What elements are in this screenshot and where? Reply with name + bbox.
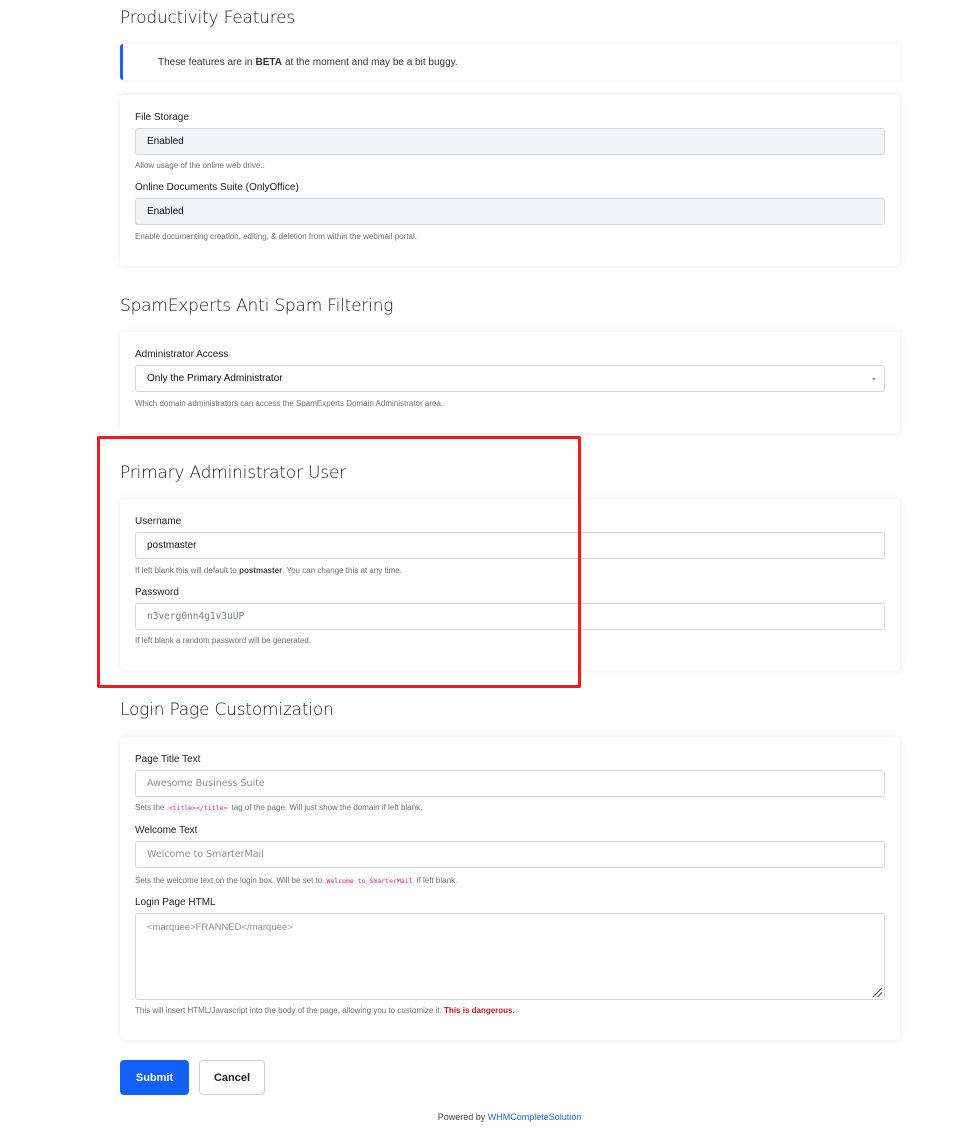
page-title-label: Page Title Text	[135, 754, 201, 765]
page-title-help-suffix: tag of the page. Will just show the doma…	[231, 803, 423, 812]
password-input[interactable]: n3verg0nn4g1v3uUP	[135, 603, 885, 630]
welcome-text-input[interactable]: Welcome to SmarterMail	[135, 841, 885, 868]
username-label: Username	[135, 516, 182, 527]
login-html-help-prefix: This will insert HTML/Javascript into th…	[135, 1006, 442, 1015]
admin-access-select[interactable]: Only the Primary Administrator	[135, 365, 885, 392]
footer-link[interactable]: WHMCompleteSolution	[488, 1112, 582, 1122]
file-storage-label: File Storage	[135, 112, 189, 123]
username-help: If left blank this will default to postm…	[135, 566, 402, 575]
page-title-input[interactable]: Awesome Business Suite	[135, 770, 885, 797]
cancel-button[interactable]: Cancel	[199, 1060, 265, 1095]
username-help-suffix: . You can change this at any time.	[282, 566, 402, 575]
welcome-text-help-prefix: Sets the welcome text on the login box. …	[135, 876, 323, 885]
login-html-help: This will insert HTML/Javascript into th…	[135, 1006, 515, 1015]
chevron-down-icon	[872, 378, 876, 381]
submit-button[interactable]: Submit	[120, 1060, 189, 1095]
username-help-prefix: If left blank this will default to	[135, 566, 237, 575]
login-html-help-danger: This is dangerous.	[444, 1006, 515, 1015]
admin-access-help: Which domain administrators can access t…	[135, 399, 444, 408]
admin-access-label: Administrator Access	[135, 349, 229, 360]
primary-admin-card: Username postmaster If left blank this w…	[120, 499, 900, 670]
page-title-help-prefix: Sets the	[135, 803, 165, 812]
welcome-text-help-code: Welcome to SmarterMail	[324, 877, 415, 885]
welcome-text-label: Welcome Text	[135, 825, 198, 836]
spamexperts-section-title: SpamExperts Anti Spam Filtering	[120, 296, 394, 316]
welcome-text-help: Sets the welcome text on the login box. …	[135, 876, 457, 885]
username-input[interactable]: postmaster	[135, 532, 885, 559]
file-storage-select[interactable]: Enabled	[135, 128, 885, 155]
beta-alert-prefix: These features are in	[158, 56, 253, 68]
online-docs-select[interactable]: Enabled	[135, 198, 885, 225]
footer: Powered by WHMCompleteSolution	[0, 1112, 953, 1122]
login-page-section-title: Login Page Customization	[120, 700, 334, 720]
login-page-card: Page Title Text Awesome Business Suite S…	[120, 737, 900, 1040]
footer-prefix: Powered by	[437, 1112, 486, 1122]
resize-grip-icon[interactable]	[873, 988, 882, 997]
page-title-help: Sets the <title></title> tag of the page…	[135, 803, 422, 812]
productivity-card: File Storage Enabled Allow usage of the …	[120, 95, 900, 266]
spamexperts-card: Administrator Access Only the Primary Ad…	[120, 332, 900, 433]
password-help: If left blank a random password will be …	[135, 636, 312, 645]
primary-admin-section-title: Primary Administrator User	[120, 463, 346, 483]
beta-alert: These features are in BETA at the moment…	[120, 44, 900, 80]
online-docs-label: Online Documents Suite (OnlyOffice)	[135, 182, 299, 193]
admin-access-value: Only the Primary Administrator	[147, 373, 283, 384]
beta-alert-suffix: at the moment and may be a bit buggy.	[284, 56, 458, 68]
file-storage-help: Allow usage of the online web drive..	[135, 161, 265, 170]
productivity-section-title: Productivity Features	[120, 8, 296, 28]
online-docs-help: Enable documenting creation, editing, & …	[135, 232, 417, 241]
login-html-textarea[interactable]: <marquee>FRANNED</marquee>	[135, 913, 885, 1000]
page-title-help-code: <title></title>	[166, 804, 230, 812]
beta-alert-bold: BETA	[255, 56, 282, 68]
login-html-label: Login Page HTML	[135, 897, 216, 908]
login-html-placeholder: <marquee>FRANNED</marquee>	[147, 922, 293, 933]
password-label: Password	[135, 587, 179, 598]
welcome-text-help-suffix: if left blank.	[416, 876, 458, 885]
username-help-bold: postmaster	[239, 566, 283, 575]
